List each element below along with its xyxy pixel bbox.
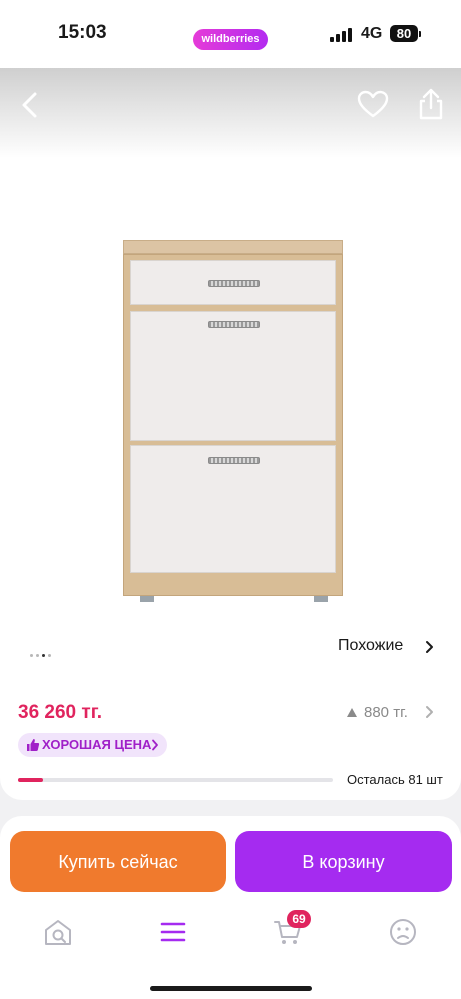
back-arrow-icon[interactable] bbox=[14, 88, 48, 122]
current-price: 36 260 тг. bbox=[18, 702, 102, 723]
good-price-badge[interactable]: ХОРОШАЯ ЦЕНА bbox=[18, 733, 167, 757]
chevron-right-icon[interactable] bbox=[424, 705, 434, 719]
similar-products-link[interactable]: Похожие bbox=[338, 637, 403, 655]
product-image-shoe-cabinet bbox=[118, 240, 348, 602]
cabinet-frame bbox=[123, 254, 343, 596]
stock-progress-bar bbox=[18, 778, 333, 782]
stock-remaining: Осталась 81 шт bbox=[347, 772, 443, 787]
cabinet-foot bbox=[140, 596, 154, 602]
home-indicator bbox=[150, 986, 312, 991]
network-type: 4G bbox=[361, 25, 383, 42]
status-bar: 15:03 wildberries 4G 80 bbox=[0, 0, 461, 68]
cabinet-door-lower bbox=[130, 445, 336, 573]
good-price-label: ХОРОШАЯ ЦЕНА bbox=[42, 737, 152, 752]
door-handle-upper bbox=[208, 321, 260, 328]
signal-icon bbox=[330, 28, 354, 42]
stock-progress-fill bbox=[18, 778, 44, 782]
product-gallery[interactable]: Похожие bbox=[0, 68, 461, 678]
home-search-icon[interactable] bbox=[42, 916, 74, 948]
cart-count-badge: 69 bbox=[287, 910, 311, 928]
status-time: 15:03 bbox=[58, 22, 107, 43]
bottom-action-area: Купить сейчас В корзину bbox=[0, 816, 461, 999]
share-icon[interactable] bbox=[414, 86, 448, 122]
cabinet-foot bbox=[314, 596, 328, 602]
chevron-right-icon bbox=[152, 739, 158, 751]
buy-now-button[interactable]: Купить сейчас bbox=[10, 831, 226, 892]
thumbs-up-icon bbox=[27, 739, 40, 751]
price-up-icon bbox=[347, 708, 357, 717]
battery-tip bbox=[419, 31, 421, 37]
cabinet-door-upper bbox=[130, 311, 336, 441]
wildberries-badge[interactable]: wildberries bbox=[193, 29, 268, 50]
battery-icon: 80 bbox=[390, 25, 418, 42]
add-to-cart-button[interactable]: В корзину bbox=[235, 831, 452, 892]
heart-icon[interactable] bbox=[356, 88, 390, 122]
gallery-top-fade bbox=[0, 68, 461, 158]
cabinet-drawer bbox=[130, 260, 336, 305]
drawer-handle bbox=[208, 280, 260, 287]
chevron-right-icon[interactable] bbox=[424, 640, 434, 654]
price-card: 36 260 тг. 880 тг. ХОРОШАЯ ЦЕНА Осталась… bbox=[0, 678, 461, 800]
price-change[interactable]: 880 тг. bbox=[364, 704, 408, 721]
door-handle-lower bbox=[208, 457, 260, 464]
profile-icon[interactable] bbox=[387, 916, 419, 948]
cabinet-top bbox=[123, 240, 343, 254]
catalog-menu-icon[interactable] bbox=[157, 916, 189, 948]
gallery-page-dots bbox=[30, 654, 60, 658]
